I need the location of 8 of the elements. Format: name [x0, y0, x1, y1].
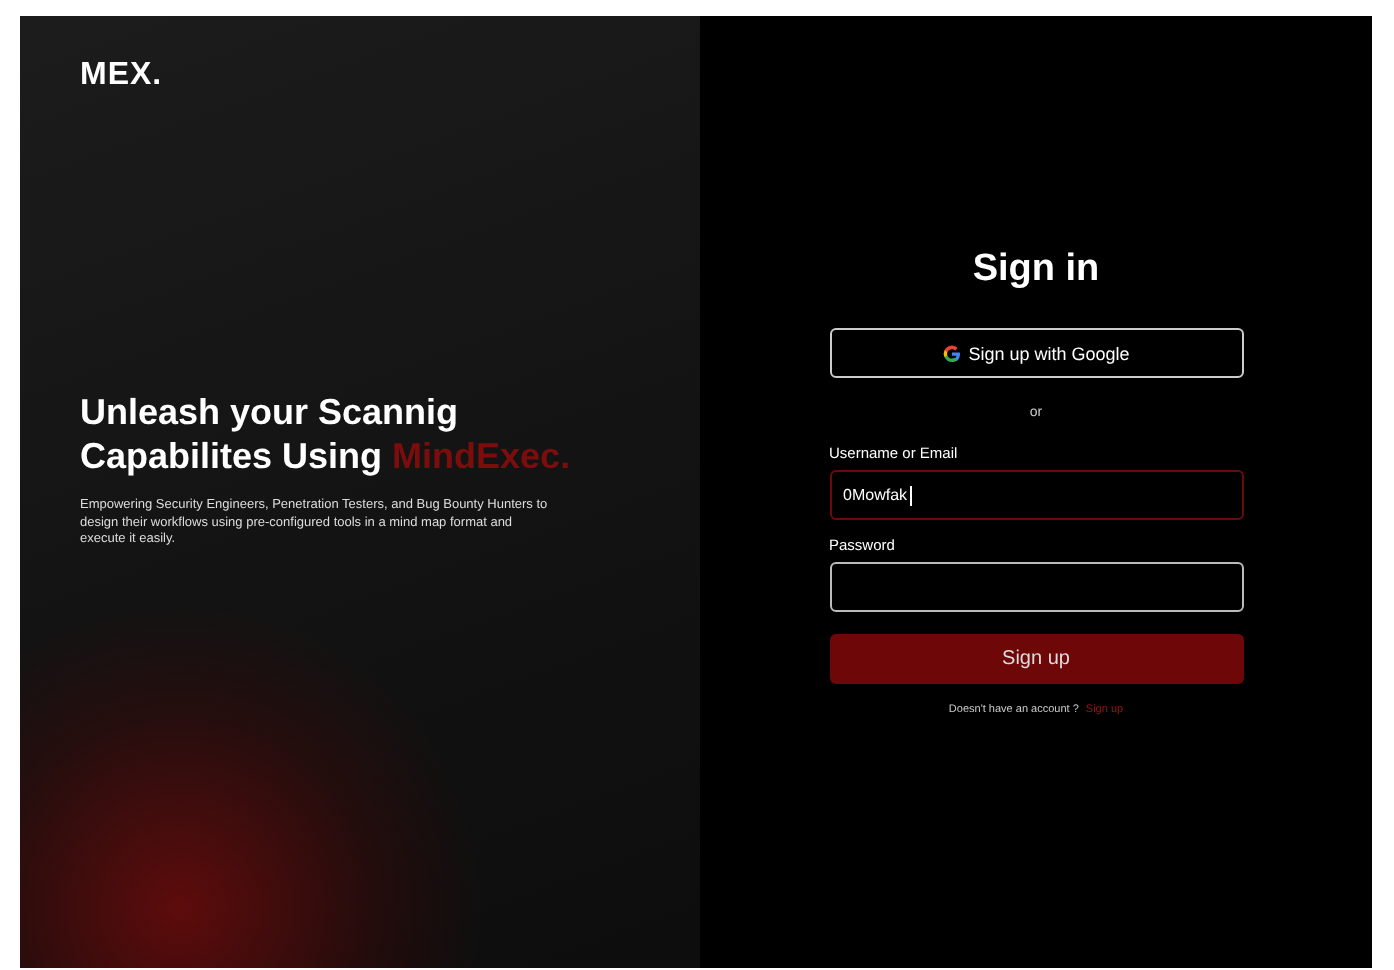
- headline: Unleash your Scannig Capabilites Using MindExec.: [80, 390, 573, 478]
- sign-in-title: Sign in: [970, 248, 1102, 292]
- google-icon: [942, 343, 963, 363]
- sign-up-button[interactable]: Sign up: [829, 634, 1243, 684]
- input-field[interactable]: [829, 562, 1243, 612]
- google-sign-up-button[interactable]: Sign up with Google: [829, 328, 1243, 378]
- logo: MEX.: [80, 58, 163, 94]
- input-field[interactable]: 0Mowfak: [829, 470, 1243, 520]
